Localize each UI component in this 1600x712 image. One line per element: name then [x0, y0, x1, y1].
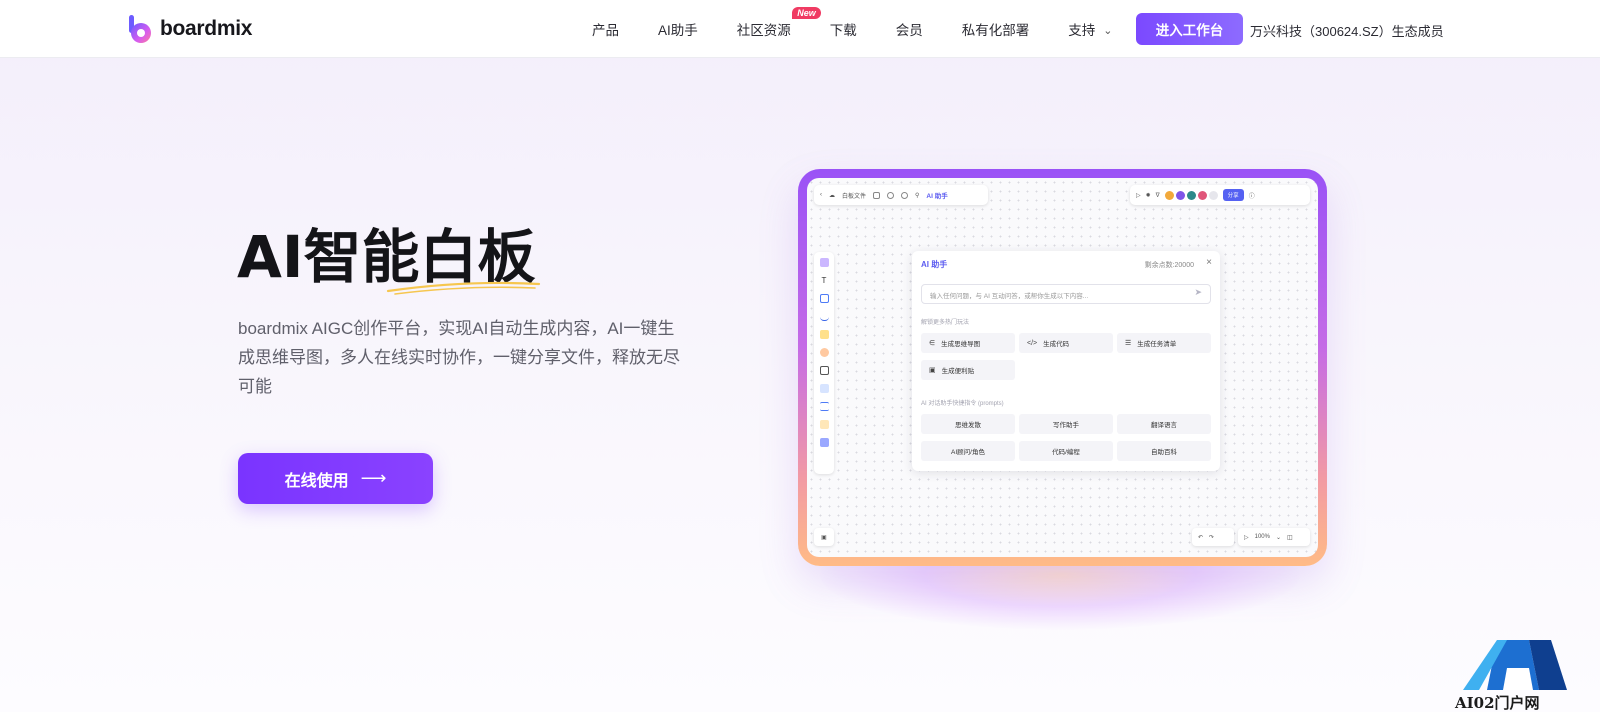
- top-navbar: boardmix 产品 AI助手 社区资源 New 下载 会员 私有化部署 支持…: [0, 0, 1600, 58]
- connector-tool-icon: [819, 402, 829, 411]
- zoom-bar: ▷ 100% ⌄ ◫: [1238, 528, 1310, 546]
- undo-icon: ↶: [1198, 534, 1204, 541]
- avatar: [1175, 190, 1185, 200]
- enter-workspace-button[interactable]: 进入工作台: [1136, 13, 1243, 45]
- ai-prompt-input: 输入任何问题，与 AI 互动问答，或帮你生成以下内容... ➤: [921, 284, 1211, 304]
- shape-tool-icon: [819, 294, 829, 303]
- text-tool-icon: T: [821, 276, 827, 285]
- chip-label: 生成任务清单: [1137, 341, 1177, 348]
- ai-section-title: AI 对话助手快捷指令 (prompts): [921, 401, 1004, 407]
- chip-code: </> 生成代码: [1019, 333, 1113, 353]
- send-icon: ➤: [1194, 287, 1202, 297]
- tag-icon: [887, 191, 895, 199]
- play-icon: ▷: [1136, 192, 1141, 199]
- boardmix-logo-icon: [129, 15, 151, 43]
- brand-name: boardmix: [160, 17, 253, 40]
- minimap-icon: ▣: [821, 534, 827, 541]
- chip-prompt: AI顾问/角色: [921, 441, 1015, 461]
- chip-sticky: ▣ 生成便利贴: [921, 360, 1015, 380]
- preview-top-toolbar: ‹ ☁ 白板文件 ⚲ AI 助手: [814, 185, 988, 205]
- presentation-icon: ▷: [1244, 534, 1249, 541]
- use-online-button-label: 在线使用: [284, 472, 349, 490]
- brush-icon: ✹: [1145, 192, 1151, 199]
- undo-redo-bar: ↶ ↷: [1192, 528, 1234, 546]
- ai-section-title: 解锁更多热门玩法: [921, 320, 970, 326]
- help-icon: ⓘ: [1248, 193, 1255, 200]
- sticky-note-icon: ▣: [929, 367, 936, 374]
- avatar: [1164, 190, 1174, 200]
- main-menu: 产品 AI助手 社区资源 New 下载 会员 私有化部署 支持 ⌄: [592, 0, 1151, 58]
- export-icon: [873, 191, 881, 199]
- collaborator-avatars: [1164, 190, 1218, 200]
- ai-tab-label: AI 助手: [926, 193, 948, 200]
- ecosystem-link[interactable]: 万兴科技（300624.SZ）生态成员: [1250, 21, 1444, 40]
- file-name-label: 白板文件: [842, 193, 867, 200]
- chip-label: 生成思维导图: [941, 341, 981, 348]
- table-tool-icon: [819, 420, 829, 429]
- filter-icon: ∇: [1155, 192, 1160, 199]
- nav-item-ai-assistant[interactable]: AI助手: [658, 19, 698, 39]
- hero-subtitle: boardmix AIGC创作平台，实现AI自动生成内容，AI一键生成思维导图，…: [238, 319, 680, 396]
- mindmap-icon: ∈: [929, 340, 936, 347]
- chip-prompt: 思维发散: [921, 414, 1015, 434]
- watermark-text: AI02门户网: [1455, 694, 1540, 712]
- code-icon: </>: [1027, 339, 1038, 347]
- close-icon: ×: [1206, 257, 1212, 268]
- nav-item-membership[interactable]: 会员: [896, 19, 923, 39]
- nav-item-community[interactable]: 社区资源 New: [736, 7, 821, 39]
- redo-icon: ↷: [1209, 534, 1215, 541]
- chip-label: 生成代码: [1043, 341, 1070, 348]
- map-icon: ◫: [1287, 534, 1293, 541]
- nav-item-community-label: 社区资源: [736, 23, 791, 38]
- nav-item-support-label: 支持: [1068, 23, 1096, 38]
- nav-item-private-deploy[interactable]: 私有化部署: [962, 19, 1030, 39]
- nav-item-product[interactable]: 产品: [592, 19, 619, 39]
- line-tool-icon: [819, 312, 829, 321]
- text-block-tool-icon: [819, 384, 829, 393]
- minimap-toggle: ▣: [814, 528, 834, 546]
- sticky-note-tool-icon: [819, 330, 829, 339]
- settings-icon: [901, 191, 909, 199]
- cloud-icon: ☁: [829, 192, 835, 199]
- ai-prompt-placeholder: 输入任何问题，与 AI 互动问答，或帮你生成以下内容...: [930, 293, 1089, 300]
- ai-assistant-panel: AI 助手 剩余点数:20000 × 输入任何问题，与 AI 互动问答，或帮你生…: [912, 251, 1220, 471]
- template-tool-icon: [819, 258, 829, 267]
- chevron-down-icon: ⌄: [1103, 25, 1113, 37]
- chip-mindmap: ∈ 生成思维导图: [921, 333, 1015, 353]
- chip-prompt: 自助百科: [1117, 441, 1211, 461]
- brand-logo[interactable]: boardmix: [128, 14, 252, 44]
- zoom-level: 100%: [1254, 534, 1270, 540]
- whiteboard-preview-device: ‹ ☁ 白板文件 ⚲ AI 助手 ▷ ✹ ∇ 分享 ⓘ T AI 助手 剩余点数…: [798, 169, 1327, 566]
- use-online-button[interactable]: 在线使用 ⟶: [238, 453, 433, 504]
- ai-panel-title: AI 助手: [921, 260, 948, 269]
- nav-item-download[interactable]: 下载: [830, 19, 857, 39]
- back-icon: ‹: [820, 192, 822, 198]
- chip-prompt: 写作助手: [1019, 414, 1113, 434]
- arrow-right-icon: ⟶: [360, 468, 387, 488]
- avatar: [1186, 190, 1196, 200]
- new-badge: New: [792, 7, 821, 19]
- whiteboard-preview-screen: ‹ ☁ 白板文件 ⚲ AI 助手 ▷ ✹ ∇ 分享 ⓘ T AI 助手 剩余点数…: [807, 178, 1318, 557]
- pen-tool-icon: [819, 348, 829, 357]
- search-icon: ⚲: [915, 192, 920, 199]
- frame-tool-icon: [819, 366, 829, 375]
- checklist-icon: ☰: [1125, 340, 1132, 347]
- chip-tasklist: ☰ 生成任务清单: [1117, 333, 1211, 353]
- preview-collab-toolbar: ▷ ✹ ∇ 分享 ⓘ: [1130, 185, 1310, 205]
- nav-item-support[interactable]: 支持 ⌄: [1068, 19, 1112, 39]
- avatar: [1197, 190, 1207, 200]
- chevron-down-icon: ⌄: [1275, 534, 1282, 541]
- chip-prompt: 翻译语言: [1117, 414, 1211, 434]
- more-tools-icon: [819, 438, 829, 447]
- share-button: 分享: [1222, 189, 1244, 201]
- chip-label: 生成便利贴: [941, 368, 975, 375]
- chip-prompt: 代码/编程: [1019, 441, 1113, 461]
- avatar: [1208, 190, 1218, 200]
- ai-quota-label: 剩余点数:20000: [1144, 262, 1194, 269]
- title-underline-decoration: [386, 281, 541, 295]
- preview-tool-strip: T: [814, 252, 834, 474]
